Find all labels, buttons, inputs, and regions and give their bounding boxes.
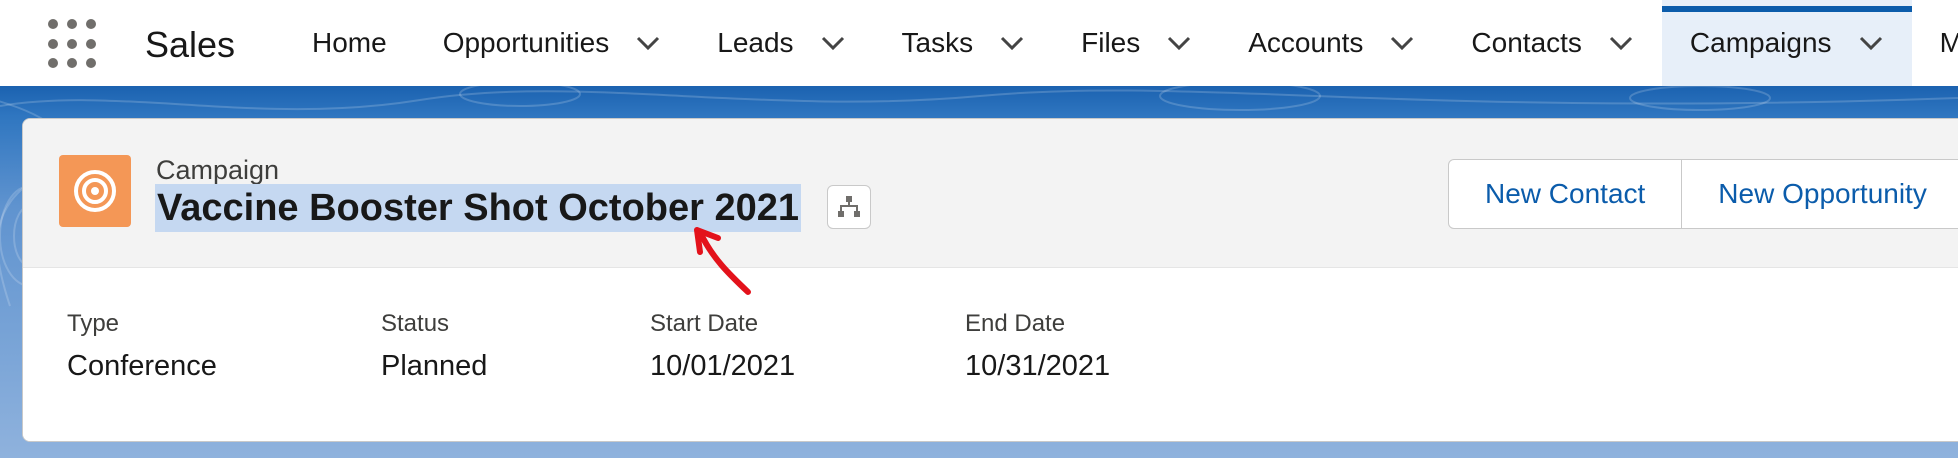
app-name: Sales [145,24,236,65]
object-type-label: Campaign [156,155,280,185]
nav-tab-label: Tasks [901,27,974,58]
nav-tab-tasks[interactable]: Tasks [874,0,1054,86]
field-value: Planned [381,350,488,382]
nav-tab-label: Home [312,27,387,58]
field-end-date: End Date 10/31/2021 [965,310,1110,383]
record-highlights-card: Campaign Vaccine Booster Shot October 20… [22,118,1958,442]
chevron-down-icon[interactable] [999,30,1025,56]
nav-tab-opportunities[interactable]: Opportunities [415,0,690,86]
nav-tab-more[interactable]: M [1912,0,1958,86]
app-launcher-icon[interactable] [48,19,98,69]
chevron-down-icon[interactable] [1858,30,1884,56]
field-value: 10/01/2021 [650,350,796,382]
hierarchy-icon [838,196,860,217]
field-label: Start Date [650,310,759,337]
nav-tab-accounts[interactable]: Accounts [1220,0,1443,86]
nav-tab-leads[interactable]: Leads [689,0,873,86]
nav-tab-label: Accounts [1248,27,1364,58]
global-navigation: Sales Home Opportunities Leads Tasks Fil… [0,0,1958,86]
record-header: Campaign Vaccine Booster Shot October 20… [23,119,1958,268]
highlight-fields: Type Conference Status Planned Start Dat… [23,268,1958,441]
nav-tab-home[interactable]: Home [284,0,415,86]
nav-tab-files[interactable]: Files [1053,0,1220,86]
field-status: Status Planned [381,310,487,383]
nav-tab-campaigns[interactable]: Campaigns [1661,0,1912,86]
target-icon [59,155,131,227]
chevron-down-icon[interactable] [820,30,846,56]
chevron-down-icon[interactable] [635,30,661,56]
nav-tab-label: M [1939,27,1958,58]
field-label: Status [381,310,450,337]
field-start-date: Start Date 10/01/2021 [650,310,795,383]
field-type: Type Conference [67,310,217,383]
nav-tab-contacts[interactable]: Contacts [1443,0,1662,86]
chevron-down-icon[interactable] [1389,30,1415,56]
new-contact-button[interactable]: New Contact [1449,160,1681,228]
new-opportunity-button[interactable]: New Opportunity [1681,160,1958,228]
record-actions: New Contact New Opportunity [1448,159,1958,229]
nav-tab-label: Campaigns [1689,27,1832,58]
nav-tab-label: Opportunities [442,27,610,58]
field-label: End Date [965,310,1066,337]
nav-tab-label: Contacts [1471,27,1582,58]
field-value: 10/31/2021 [965,350,1111,382]
field-label: Type [67,310,120,337]
nav-tabs: Home Opportunities Leads Tasks Files Acc… [284,0,1958,86]
field-value: Conference [67,350,217,382]
nav-tab-label: Files [1081,27,1141,58]
chevron-down-icon[interactable] [1608,30,1634,56]
view-hierarchy-button[interactable] [827,185,871,229]
record-title: Vaccine Booster Shot October 2021 [155,184,802,232]
nav-tab-label: Leads [717,27,794,58]
chevron-down-icon[interactable] [1166,30,1192,56]
